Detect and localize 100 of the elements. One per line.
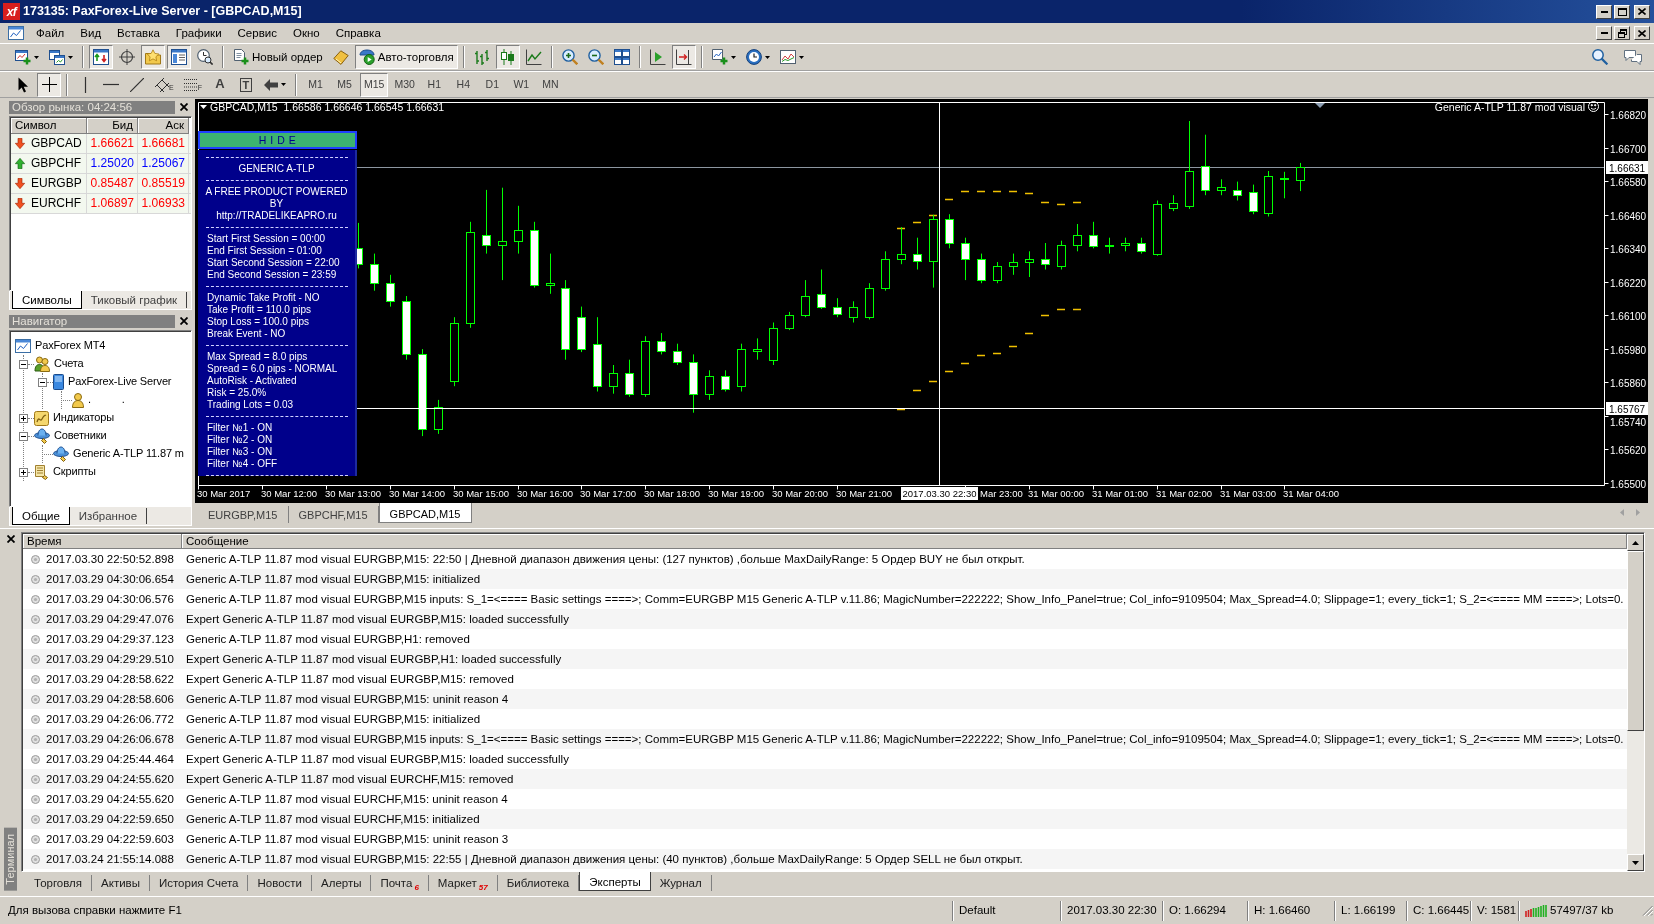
tab[interactable]: Маркет $_{57}$ (428, 875, 498, 891)
tab[interactable]: Торговля (25, 875, 93, 891)
menu-item[interactable]: Вид (72, 24, 110, 42)
restore-button[interactable] (1614, 26, 1630, 40)
tree-item[interactable]: Скрипты (53, 465, 96, 479)
speech-bubbles-icon[interactable] (1624, 49, 1642, 65)
collapse-icon[interactable] (19, 359, 28, 369)
tree-item[interactable]: . . (88, 393, 125, 407)
expand-icon[interactable] (19, 413, 28, 423)
search-icon[interactable] (1592, 49, 1608, 65)
tab[interactable]: Символы (12, 291, 82, 309)
close-icon[interactable] (180, 317, 188, 325)
tab[interactable]: Эксперты (579, 872, 651, 891)
menu-item[interactable]: Окно (284, 24, 328, 42)
log-time: 2017.03.29 04:30:06.654 (46, 571, 174, 587)
log-message: Generic A-TLP 11.87 mod visual EURGBP,M15 inputs: S_1=<==== Basic settings ====>; Comm=EURGBP M15 Generic A-TLP v.11.86; MagicNumber=222222; Show_Info_Panel=true; Col_info=9109504; Max_Spread=4.0; Slippage=1; every_tick=1; S_2=<==== MM ====>; Lots=0. (185, 731, 1625, 747)
scroll-down-button[interactable] (1627, 854, 1644, 871)
column-header[interactable]: Время (23, 534, 182, 549)
time-axis-label: 31 Mar 00:00 (1028, 488, 1084, 499)
scrollbar[interactable] (1627, 534, 1644, 871)
maximize-button[interactable] (1614, 4, 1630, 19)
close-icon[interactable] (180, 103, 188, 111)
tab[interactable]: Алерты (312, 875, 372, 891)
close-button[interactable] (1634, 26, 1650, 40)
column-header[interactable]: Аск (138, 118, 189, 134)
time-axis-label: 30 Mar 14:00 (389, 488, 445, 499)
tab[interactable]: История Счета (149, 875, 249, 891)
symbol-name[interactable]: GBPCHF (31, 156, 81, 171)
column-header[interactable]: Бид (87, 118, 138, 134)
time-axis-label: 31 Mar 03:00 (1220, 488, 1276, 499)
tree-item[interactable]: Generic A-TLP 11.87 m (73, 447, 184, 461)
expand-icon[interactable] (19, 467, 28, 477)
chart-tab[interactable]: EURGBP,M15 (198, 506, 289, 523)
info-text: Spread = 6.0 pips - NORMAL (206, 363, 339, 375)
column-header[interactable]: Сообщение (182, 534, 1627, 549)
people-icon (34, 356, 50, 372)
symbol-name[interactable]: EURGBP (31, 176, 82, 191)
minimize-button[interactable] (1596, 26, 1612, 40)
collapse-icon[interactable] (19, 431, 28, 441)
price-axis-label: 1.66460 (1610, 210, 1647, 222)
chart-tab[interactable]: GBPCHF,M15 (288, 506, 379, 523)
menu-item[interactable]: Сервис (229, 24, 285, 42)
timeframe-button[interactable]: M15 (359, 72, 389, 97)
tree-item[interactable]: PaxForex-Live Server (68, 375, 172, 389)
tab[interactable]: Избранное (69, 508, 148, 524)
column-header[interactable]: Символ (11, 118, 87, 134)
menu-item[interactable]: Справка (327, 24, 389, 42)
timeframe-button[interactable]: D1 (478, 72, 506, 97)
symbol-name[interactable]: EURCHF (31, 196, 81, 211)
panel-title: Терминал (4, 828, 17, 891)
chart-window-icon[interactable] (8, 26, 24, 40)
tool-button[interactable] (37, 72, 61, 97)
timeframe-button[interactable]: H4 (449, 72, 477, 97)
toolbar-button[interactable]: Авто-торговля (354, 45, 458, 69)
tab[interactable]: Общие (12, 507, 70, 525)
hide-button[interactable]: H I D E (198, 131, 357, 149)
toolbar-button[interactable]: Новый ордер (229, 45, 327, 69)
tab[interactable]: Тиковый график (81, 292, 188, 308)
timeframe-button[interactable]: W1 (507, 72, 535, 97)
log-message: Expert Generic A-TLP 11.87 mod visual EURGBP,M15: removed (185, 671, 515, 687)
tree-item[interactable]: Советники (54, 429, 107, 443)
menu-item[interactable]: Файл (28, 24, 73, 42)
hat-icon (53, 446, 69, 462)
tool-button[interactable]: A (207, 72, 232, 97)
tab[interactable]: Почта $_{6}$ (371, 875, 429, 891)
timeframe-button[interactable]: M30 (390, 72, 419, 97)
time-axis-label: 30 Mar 21:00 (836, 488, 892, 499)
book-icon (332, 49, 349, 65)
tab[interactable]: Активы (92, 875, 150, 891)
chart-tab[interactable]: GBPCAD,M15 (378, 503, 472, 523)
close-button[interactable] (1634, 4, 1650, 19)
close-icon (1638, 8, 1646, 15)
timeframe-button[interactable]: MN (536, 72, 564, 97)
menu-item[interactable]: Графики (167, 24, 230, 42)
dot-icon (31, 834, 40, 844)
collapse-icon[interactable] (38, 377, 47, 387)
tab[interactable]: Новости (248, 875, 312, 891)
tree-item[interactable]: Индикаторы (53, 411, 115, 425)
timeframe-button[interactable]: H1 (420, 72, 448, 97)
toolbar-button[interactable] (167, 45, 191, 69)
tab[interactable]: Журнал (650, 875, 712, 891)
timeframe-button[interactable]: M5 (330, 72, 358, 97)
timeframe-button[interactable]: M1 (301, 72, 329, 97)
tree-item[interactable]: Счета (54, 357, 84, 371)
tree-item[interactable]: PaxForex MT4 (35, 339, 106, 353)
info-text: End Second Session = 23:59 (206, 269, 338, 281)
person-icon (72, 392, 84, 408)
line-chart-icon (525, 49, 542, 65)
minimize-icon (1600, 32, 1608, 34)
scrollbar-thumb[interactable] (1627, 551, 1644, 731)
toolbar-button[interactable] (671, 45, 696, 69)
minimize-button[interactable] (1596, 4, 1612, 19)
symbol-name[interactable]: GBPCAD (31, 136, 82, 151)
scroll-up-button[interactable] (1627, 534, 1644, 551)
close-icon[interactable] (6, 535, 15, 543)
price-axis-label: 1.65860 (1610, 377, 1647, 389)
toolbar-button[interactable] (89, 45, 113, 69)
price-cell: 1.66621 (87, 134, 138, 153)
menu-item[interactable]: Вставка (109, 24, 168, 42)
tool-button[interactable]: T (233, 72, 258, 97)
